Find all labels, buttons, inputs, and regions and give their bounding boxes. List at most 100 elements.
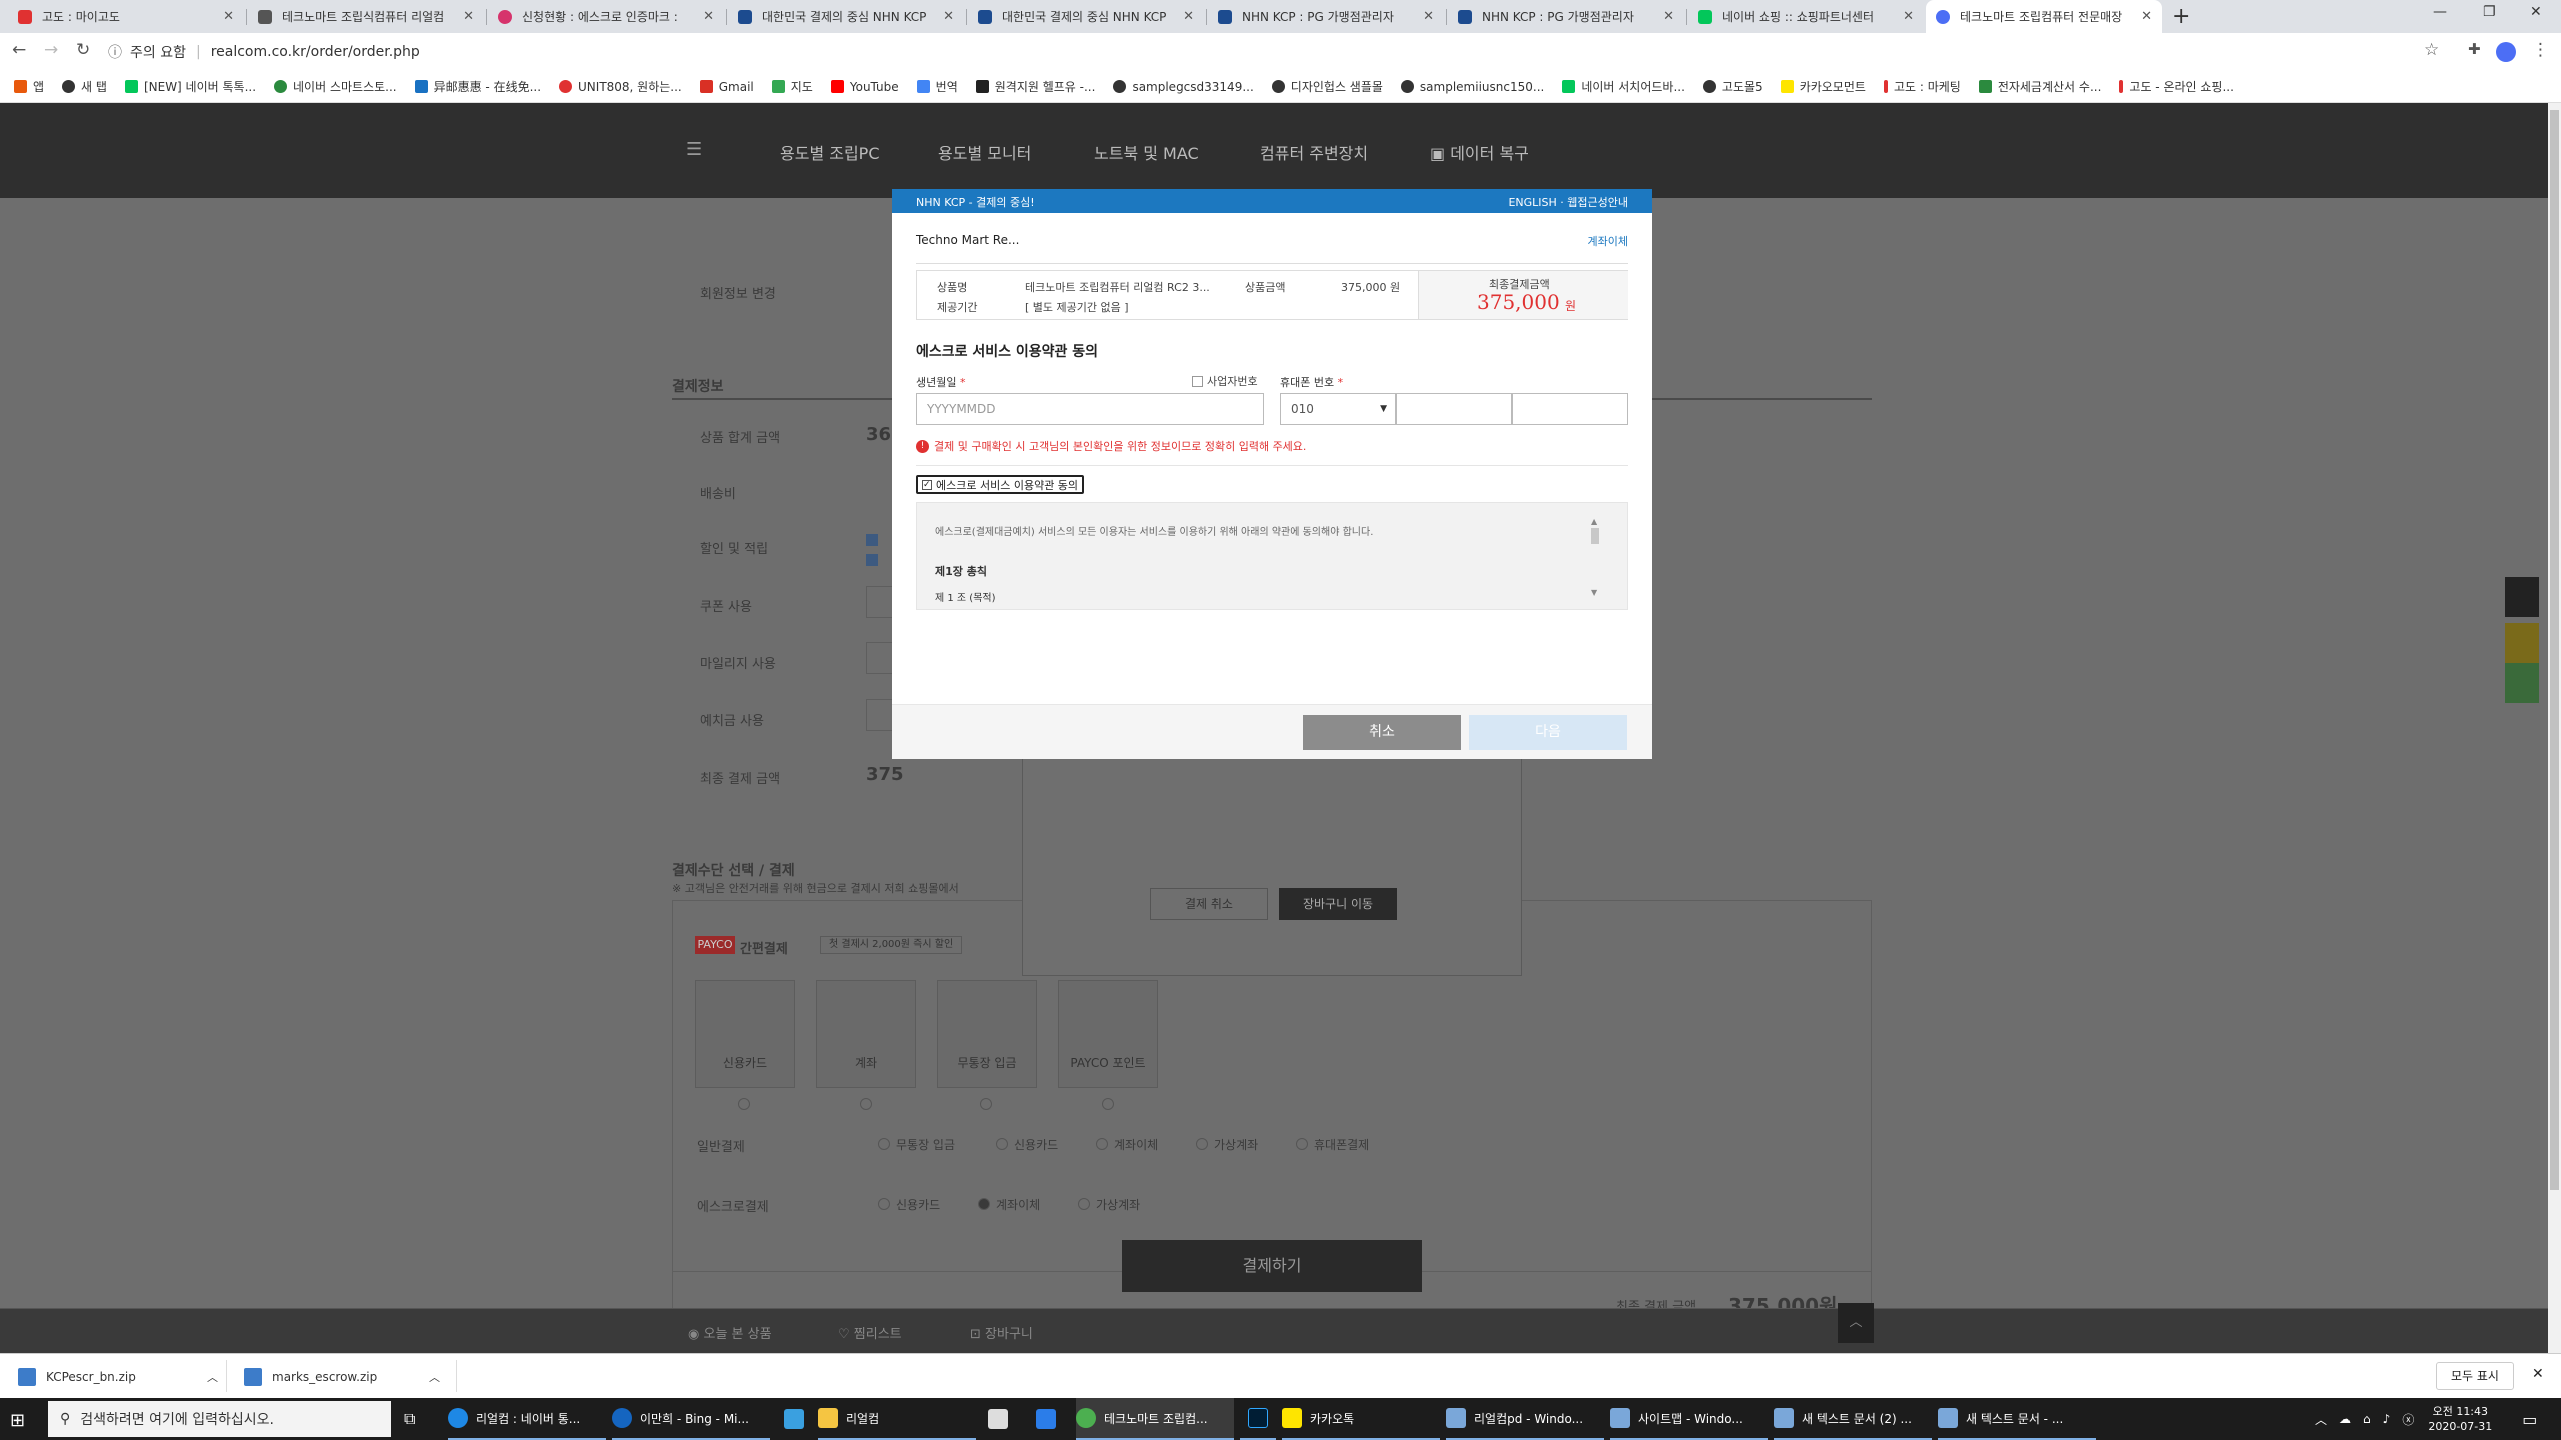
bookmark-star-icon[interactable]: ☆ <box>2424 40 2439 60</box>
taskbar-item[interactable]: 새 텍스트 문서 - ... <box>1938 1398 2096 1440</box>
volume-icon[interactable]: ♪ <box>2383 1412 2391 1426</box>
minimize-button[interactable]: — <box>2433 4 2447 20</box>
forward-icon[interactable]: → <box>44 40 58 60</box>
bookmark-item[interactable]: YouTube <box>830 80 899 94</box>
radio-label[interactable]: 신용카드 <box>896 1196 940 1213</box>
radio[interactable] <box>980 1098 992 1110</box>
checkbox[interactable] <box>866 554 878 566</box>
biz-checkbox-wrap[interactable]: 사업자번호 <box>1192 373 1258 389</box>
terms-box[interactable]: 에스크로(결제대금예치) 서비스의 모든 이용자는 서비스를 이용하기 위해 아… <box>916 502 1628 610</box>
terms-scrollbar[interactable]: ▲ ▼ <box>1591 517 1601 597</box>
maximize-button[interactable]: ❐ <box>2483 4 2496 20</box>
browser-tab[interactable]: 대한민국 결제의 중심 NHN KCP ✕ <box>728 0 964 33</box>
radio-label[interactable]: 휴대폰결제 <box>1314 1136 1369 1153</box>
close-tab-icon[interactable]: ✕ <box>1903 9 1914 24</box>
birth-input[interactable]: YYYYMMDD <box>916 393 1264 425</box>
nav-item[interactable]: 노트북 및 MAC <box>1094 140 1199 164</box>
taskbar-item[interactable] <box>1240 1398 1276 1440</box>
scroll-top-icon[interactable]: ︿ <box>1838 1303 1874 1343</box>
close-tab-icon[interactable]: ✕ <box>223 9 234 24</box>
task-view-icon[interactable]: ⧉ <box>404 1409 415 1429</box>
bookmark-item[interactable]: 전자세금계산서 수... <box>1978 78 2101 95</box>
radio[interactable] <box>1296 1138 1308 1150</box>
side-menu-icon[interactable] <box>2505 577 2539 617</box>
taskbar-item[interactable] <box>776 1398 812 1440</box>
chevron-up-icon[interactable]: ︿ <box>429 1369 440 1385</box>
bookmark-item[interactable]: 카카오모먼트 <box>1780 78 1866 95</box>
taskbar-item[interactable]: 카카오톡 <box>1282 1398 1440 1440</box>
popup-cancel-button[interactable]: 결제 취소 <box>1150 888 1268 920</box>
show-all-button[interactable]: 모두 표시 <box>2436 1362 2514 1390</box>
scroll-thumb[interactable] <box>2550 110 2559 1190</box>
radio-label[interactable]: 계좌이체 <box>996 1196 1040 1213</box>
close-tab-icon[interactable]: ✕ <box>1183 9 1194 24</box>
browser-tab[interactable]: NHN KCP : PG 가맹점관리자 ✕ <box>1448 0 1684 33</box>
close-tab-icon[interactable]: ✕ <box>2141 9 2152 24</box>
browser-tab-active[interactable]: 테크노마트 조립컴퓨터 전문매장 ✕ <box>1926 0 2162 33</box>
browser-tab[interactable]: 고도 : 마이고도 ✕ <box>8 0 244 33</box>
radio[interactable] <box>1078 1198 1090 1210</box>
address-bar[interactable]: ⓘ 주의 요함 | realcom.co.kr/order/order.php <box>108 38 2408 66</box>
radio[interactable] <box>1096 1138 1108 1150</box>
taskbar-item[interactable]: 사이트맵 - Windo... <box>1610 1398 1768 1440</box>
radio[interactable] <box>1196 1138 1208 1150</box>
tray-chevron-icon[interactable]: ︿ <box>2315 1411 2327 1428</box>
bookmark-item[interactable]: 지도 <box>771 78 813 95</box>
close-tab-icon[interactable]: ✕ <box>463 9 474 24</box>
popup-cart-button[interactable]: 장바구니 이동 <box>1279 888 1397 920</box>
hamburger-icon[interactable]: ☰ <box>686 139 702 160</box>
bookmark-item[interactable]: 네이버 서치어드바... <box>1562 78 1685 95</box>
browser-tab[interactable]: 테크노마트 조립식컴퓨터 리얼컴 ✕ <box>248 0 484 33</box>
taskbar-item[interactable] <box>1028 1398 1064 1440</box>
agree-checkbox[interactable]: ✓ 에스크로 서비스 이용약관 동의 <box>916 475 1085 494</box>
browser-tab[interactable]: 네이버 쇼핑 :: 쇼핑파트너센터 ✕ <box>1688 0 1924 33</box>
side-chat-icon[interactable] <box>2505 623 2539 663</box>
bookmark-item[interactable]: 고도 : 마케팅 <box>1883 78 1961 95</box>
url-text[interactable]: realcom.co.kr/order/order.php <box>211 44 420 60</box>
windows-start-icon[interactable]: ⊞ <box>10 1410 25 1431</box>
radio-label[interactable]: 가상계좌 <box>1214 1136 1258 1153</box>
bookmark-item[interactable]: 네이버 스마트스토... <box>274 78 397 95</box>
close-tab-icon[interactable]: ✕ <box>1423 9 1434 24</box>
nav-item[interactable]: 컴퓨터 주변장치 <box>1260 140 1368 164</box>
bookmark-item[interactable]: 원격지원 헬프유 -... <box>975 78 1095 95</box>
radio-label[interactable]: 신용카드 <box>1014 1136 1058 1153</box>
extensions-icon[interactable]: ✚ <box>2468 40 2481 58</box>
checkbox[interactable] <box>1192 375 1203 387</box>
taskbar-item[interactable]: 리얼컴 : 네이버 통... <box>448 1398 606 1440</box>
browser-tab[interactable]: NHN KCP : PG 가맹점관리자 ✕ <box>1208 0 1444 33</box>
new-tab-button[interactable]: + <box>2172 4 2190 29</box>
taskbar-item[interactable]: 새 텍스트 문서 (2) ... <box>1774 1398 1932 1440</box>
bookmark-item[interactable]: Gmail <box>699 80 754 94</box>
taskbar-item[interactable] <box>980 1398 1016 1440</box>
bookmark-item[interactable]: 앱 <box>14 78 44 95</box>
download-item[interactable]: KCPescr_bn.zip ︿ <box>18 1354 218 1399</box>
pay-tile-bank[interactable]: 무통장 입금 <box>937 980 1037 1088</box>
bookmark-item[interactable]: samplegcsd33149... <box>1113 80 1254 94</box>
close-downloads-icon[interactable]: ✕ <box>2532 1366 2544 1382</box>
close-tab-icon[interactable]: ✕ <box>943 9 954 24</box>
reload-icon[interactable]: ↻ <box>76 40 90 60</box>
next-button[interactable]: 다음 <box>1469 715 1627 750</box>
pay-tile-card[interactable]: 신용카드 <box>695 980 795 1088</box>
cart-link[interactable]: ⊡ 장바구니 <box>970 1323 1033 1342</box>
wishlist-link[interactable]: ♡ 찜리스트 <box>838 1323 902 1342</box>
radio[interactable] <box>878 1198 890 1210</box>
clock[interactable]: 오전 11:43 2020-07-31 <box>2428 1404 2492 1434</box>
cancel-button[interactable]: 취소 <box>1303 715 1461 750</box>
radio[interactable] <box>738 1098 750 1110</box>
bookmark-item[interactable]: [NEW] 네이버 톡톡... <box>124 78 256 95</box>
browser-tab[interactable]: 대한민국 결제의 중심 NHN KCP ✕ <box>968 0 1204 33</box>
taskbar-item[interactable]: 이만희 - Bing - Mi... <box>612 1398 770 1440</box>
nav-item[interactable]: 용도별 조립PC <box>780 140 880 164</box>
pay-tile-account[interactable]: 계좌 <box>816 980 916 1088</box>
bookmark-item[interactable]: 고도몰5 <box>1702 78 1763 95</box>
side-talk-icon[interactable] <box>2505 663 2539 703</box>
taskbar-item[interactable]: 리얼컴pd - Windo... <box>1446 1398 1604 1440</box>
taskbar-search[interactable]: ⚲ 검색하려면 여기에 입력하십시오. <box>48 1401 391 1437</box>
radio[interactable] <box>1102 1098 1114 1110</box>
radio-label[interactable]: 무통장 입금 <box>896 1136 955 1153</box>
pay-tile-point[interactable]: PAYCO 포인트 <box>1058 980 1158 1088</box>
close-tab-icon[interactable]: ✕ <box>1663 9 1674 24</box>
close-window-button[interactable]: ✕ <box>2530 4 2542 20</box>
